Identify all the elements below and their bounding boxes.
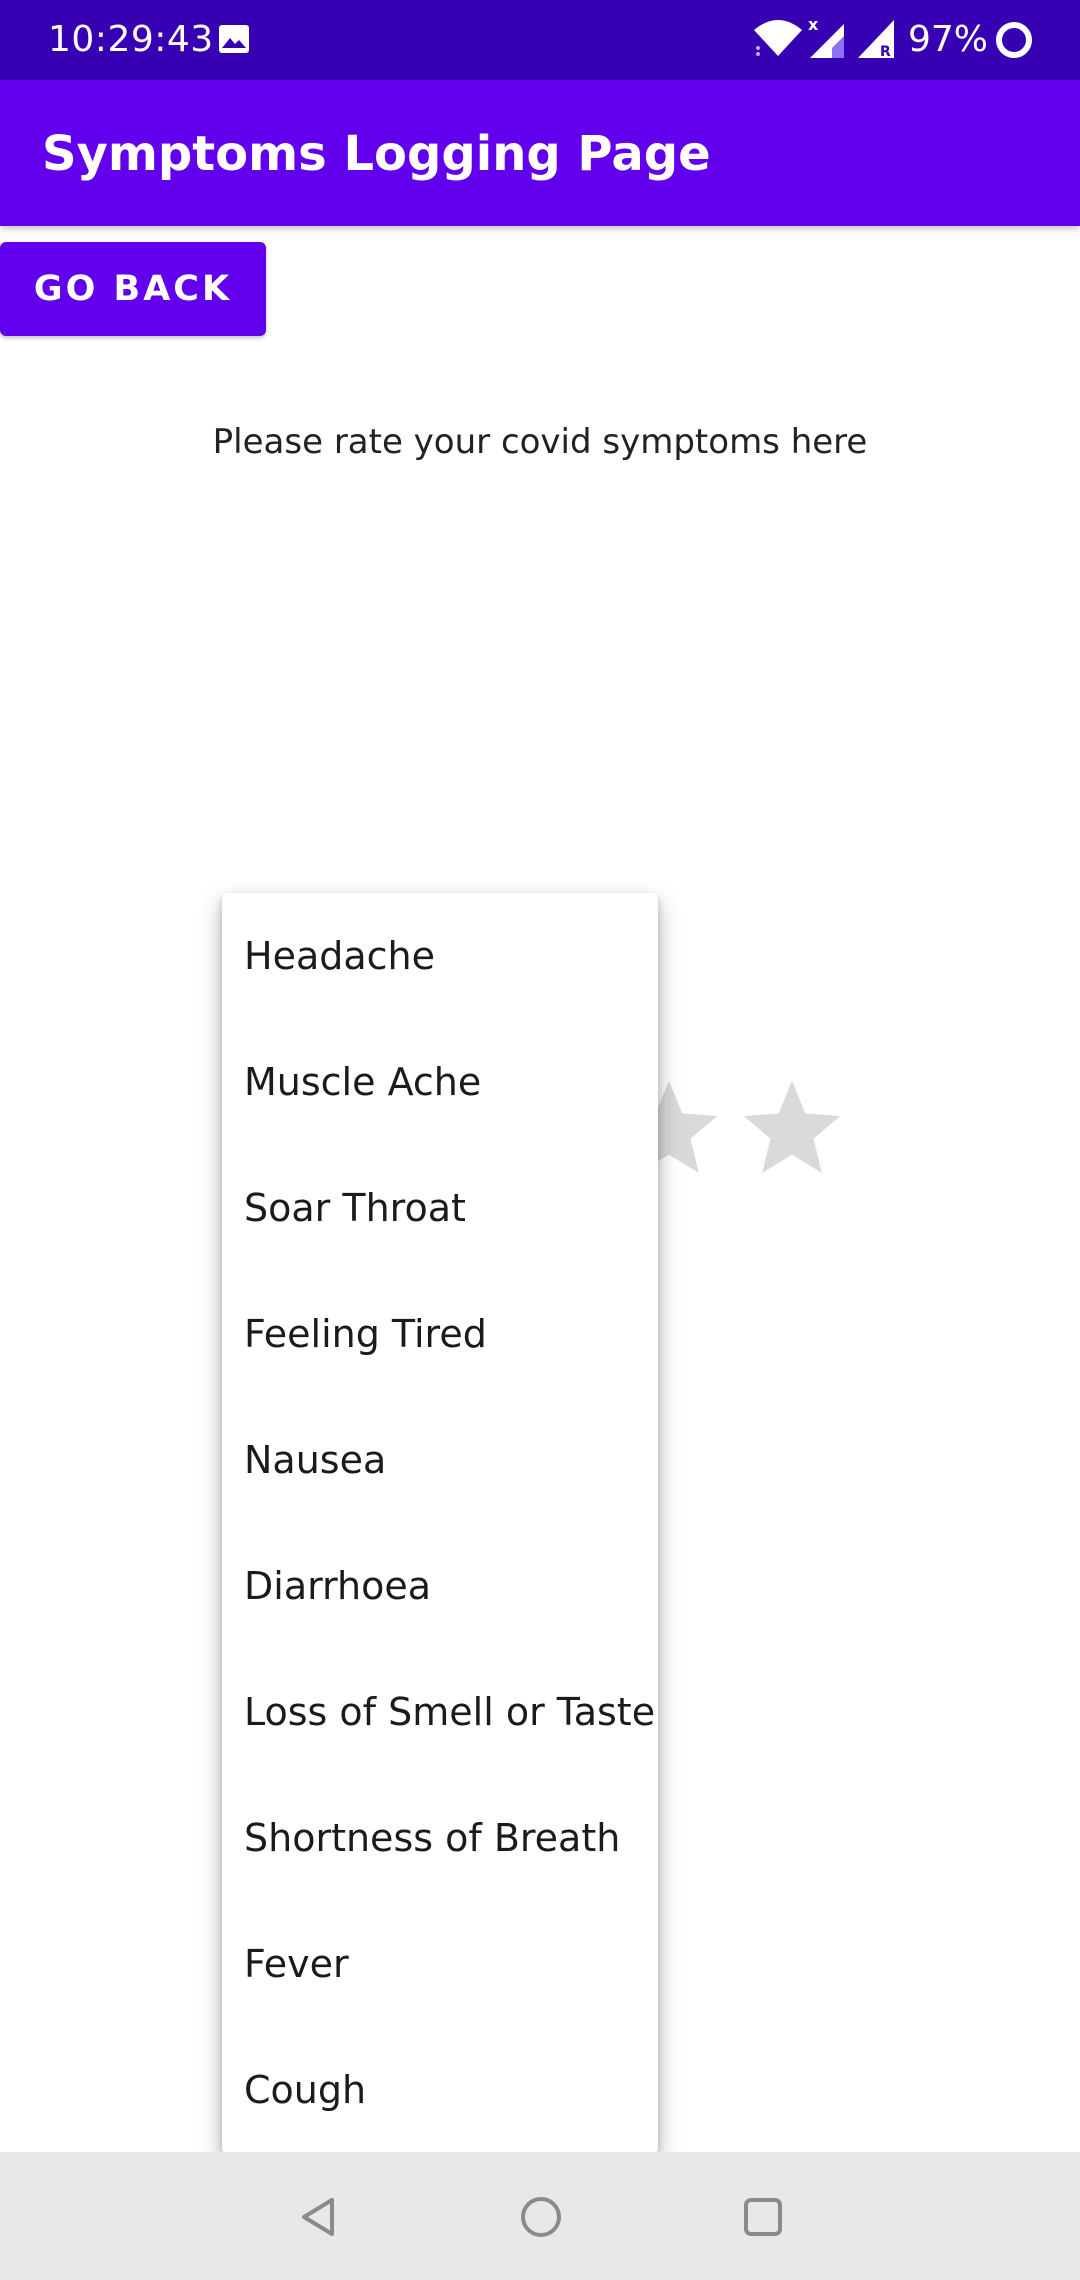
dropdown-item-feeling-tired[interactable]: Feeling Tired bbox=[222, 1271, 658, 1397]
back-icon[interactable] bbox=[296, 2194, 342, 2240]
dropdown-item-cough[interactable]: Cough bbox=[222, 2027, 658, 2153]
wifi-icon bbox=[754, 20, 802, 56]
dropdown-item-muscle-ache[interactable]: Muscle Ache bbox=[222, 1019, 658, 1145]
battery-icon bbox=[996, 22, 1032, 58]
dropdown-item-headache[interactable]: Headache bbox=[222, 893, 658, 1019]
dropdown-item-loss-of-smell-or-taste[interactable]: Loss of Smell or Taste bbox=[222, 1649, 658, 1775]
app-bar: Symptoms Logging Page bbox=[0, 80, 1080, 226]
star-icon[interactable] bbox=[737, 1074, 847, 1184]
status-bar: 10:29:43 x R 97% bbox=[0, 0, 1080, 80]
cell-signal-icon: x bbox=[808, 16, 844, 58]
svg-text:R: R bbox=[880, 44, 891, 60]
rating-prompt: Please rate your covid symptoms here bbox=[212, 422, 868, 462]
svg-text:x: x bbox=[808, 16, 819, 34]
dropdown-item-soar-throat[interactable]: Soar Throat bbox=[222, 1145, 658, 1271]
symptoms-logging-screen: 10:29:43 x R 97% Symptoms Logging Page G… bbox=[0, 0, 1080, 2280]
status-time: 10:29:43 bbox=[48, 19, 214, 60]
gallery-icon bbox=[219, 25, 249, 53]
cell-signal-roaming-icon: R bbox=[858, 20, 894, 60]
dropdown-item-diarrhoea[interactable]: Diarrhoea bbox=[222, 1523, 658, 1649]
home-icon[interactable] bbox=[518, 2194, 564, 2240]
symptom-dropdown-menu: Headache Muscle Ache Soar Throat Feeling… bbox=[222, 893, 658, 2153]
dropdown-item-nausea[interactable]: Nausea bbox=[222, 1397, 658, 1523]
recents-icon[interactable] bbox=[740, 2194, 786, 2240]
go-back-button[interactable]: GO BACK bbox=[0, 242, 266, 336]
dropdown-item-shortness-of-breath[interactable]: Shortness of Breath bbox=[222, 1775, 658, 1901]
page-title: Symptoms Logging Page bbox=[42, 126, 711, 182]
dropdown-item-fever[interactable]: Fever bbox=[222, 1901, 658, 2027]
battery-percentage: 97% bbox=[908, 19, 989, 60]
navigation-bar bbox=[0, 2152, 1080, 2280]
